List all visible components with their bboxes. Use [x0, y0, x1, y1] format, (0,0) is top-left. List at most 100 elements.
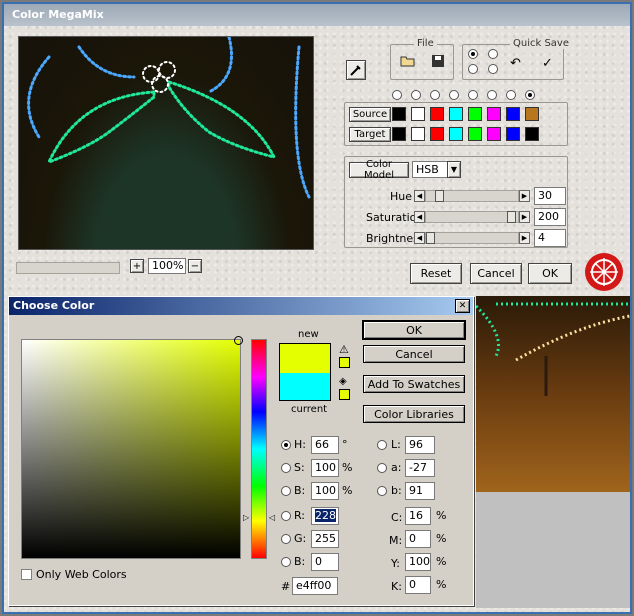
brightness-slider-left-arrow[interactable]: ◀	[414, 232, 425, 244]
a-field[interactable]: -27	[405, 459, 435, 477]
swatch-radio[interactable]	[449, 90, 459, 100]
gamut-swatch[interactable]	[339, 357, 350, 368]
l-radio[interactable]	[377, 440, 387, 450]
ok-button[interactable]: OK	[363, 321, 465, 339]
source-label[interactable]: Source	[349, 107, 391, 122]
s-field[interactable]: 100	[311, 459, 339, 477]
brightness-field[interactable]: 4	[534, 229, 566, 247]
current-color-swatch[interactable]	[279, 373, 331, 401]
k-field[interactable]: 0	[405, 576, 431, 594]
saturation-slider-thumb[interactable]	[507, 211, 517, 223]
target-swatch[interactable]	[449, 127, 463, 141]
source-swatch[interactable]	[430, 107, 444, 121]
brightness-slider-track[interactable]	[425, 232, 519, 244]
target-label[interactable]: Target	[349, 127, 391, 142]
close-icon[interactable]: ✕	[455, 299, 470, 313]
hue-slider-right-arrow[interactable]: ◁	[269, 513, 275, 522]
target-swatch[interactable]	[411, 127, 425, 141]
saturation-slider-track[interactable]	[425, 211, 519, 223]
h-radio[interactable]	[281, 440, 291, 450]
swatch-radio[interactable]	[392, 90, 402, 100]
target-swatch[interactable]	[468, 127, 482, 141]
source-swatch[interactable]	[525, 107, 539, 121]
g-radio[interactable]	[281, 534, 291, 544]
brightness-slider-thumb[interactable]	[425, 232, 435, 244]
swatch-radio[interactable]	[468, 90, 478, 100]
zoom-field[interactable]: 100%	[148, 258, 186, 274]
target-swatch[interactable]	[487, 127, 501, 141]
saturation-field[interactable]: 200	[534, 208, 566, 226]
quick-save-slot-4-radio[interactable]	[488, 64, 498, 74]
r-radio[interactable]	[281, 511, 291, 521]
hue-field[interactable]: 30	[534, 187, 566, 205]
zoom-slider[interactable]	[16, 262, 120, 274]
target-swatch[interactable]	[392, 127, 406, 141]
blue-radio[interactable]	[281, 557, 291, 567]
undo-icon[interactable]: ↶	[510, 56, 521, 71]
saturation-slider[interactable]: ◀ ▶	[414, 211, 530, 223]
color-libraries-button[interactable]: Color Libraries	[363, 405, 465, 423]
color-model-select[interactable]: HSB	[412, 161, 448, 178]
target-swatch[interactable]	[506, 127, 520, 141]
cancel-button[interactable]: Cancel	[363, 345, 465, 363]
color-field-cursor[interactable]	[234, 336, 243, 345]
s-radio[interactable]	[281, 463, 291, 473]
quick-save-slot-1-radio[interactable]	[468, 49, 478, 59]
l-field[interactable]: 96	[405, 436, 435, 454]
cancel-button[interactable]: Cancel	[470, 263, 522, 284]
saturation-slider-left-arrow[interactable]: ◀	[414, 211, 425, 223]
open-folder-icon[interactable]	[398, 54, 418, 72]
source-swatch[interactable]	[506, 107, 520, 121]
blue-field[interactable]: 0	[311, 553, 339, 571]
quick-save-slot-2-radio[interactable]	[488, 49, 498, 59]
hue-spectrum-slider[interactable]	[251, 339, 267, 559]
source-swatch[interactable]	[411, 107, 425, 121]
m-field[interactable]: 0	[405, 530, 431, 548]
lab-b-field[interactable]: 91	[405, 482, 435, 500]
b-field[interactable]: 100	[311, 482, 339, 500]
add-to-swatches-button[interactable]: Add To Swatches	[363, 375, 465, 393]
hue-slider-right-arrow[interactable]: ▶	[519, 190, 530, 202]
ok-button[interactable]: OK	[528, 263, 572, 284]
source-swatch[interactable]	[468, 107, 482, 121]
hue-slider-thumb[interactable]	[435, 190, 445, 202]
gamut-warning-icon[interactable]: ⚠	[339, 343, 349, 356]
swatch-radio[interactable]	[506, 90, 516, 100]
chevron-down-icon[interactable]: ▼	[447, 161, 461, 178]
brightness-slider-right-arrow[interactable]: ▶	[519, 232, 530, 244]
r-field[interactable]: 228	[311, 507, 339, 525]
hue-slider-left-arrow[interactable]: ▷	[243, 513, 249, 522]
target-swatch[interactable]	[430, 127, 444, 141]
zoom-out-button[interactable]: −	[188, 259, 202, 273]
source-swatch[interactable]	[392, 107, 406, 121]
save-disk-icon[interactable]	[428, 54, 448, 72]
c-field[interactable]: 16	[405, 507, 431, 525]
hue-slider[interactable]: ◀ ▶	[414, 190, 530, 202]
source-swatch[interactable]	[487, 107, 501, 121]
source-swatch[interactable]	[449, 107, 463, 121]
hue-slider-left-arrow[interactable]: ◀	[414, 190, 425, 202]
checkmark-icon[interactable]: ✓	[542, 56, 553, 71]
saturation-slider-right-arrow[interactable]: ▶	[519, 211, 530, 223]
reset-button[interactable]: Reset	[410, 263, 462, 284]
web-safe-cube-icon[interactable]: ◈	[339, 376, 347, 387]
zoom-in-button[interactable]: +	[130, 259, 144, 273]
web-safe-swatch[interactable]	[339, 389, 350, 400]
h-field[interactable]: 66	[311, 436, 339, 454]
target-swatch[interactable]	[525, 127, 539, 141]
only-web-colors-checkbox[interactable]	[21, 569, 32, 580]
brightness-slider[interactable]: ◀ ▶	[414, 232, 530, 244]
swatch-radio[interactable]	[487, 90, 497, 100]
swatch-radio[interactable]	[430, 90, 440, 100]
eyedropper-button[interactable]	[346, 60, 366, 80]
swatch-radio[interactable]	[411, 90, 421, 100]
lab-b-radio[interactable]	[377, 486, 387, 496]
y-field[interactable]: 100	[405, 553, 431, 571]
swatch-radio[interactable]	[525, 90, 535, 100]
color-field[interactable]	[21, 336, 243, 559]
quick-save-slot-3-radio[interactable]	[468, 64, 478, 74]
a-radio[interactable]	[377, 463, 387, 473]
g-field[interactable]: 255	[311, 530, 339, 548]
hex-field[interactable]: e4ff00	[292, 577, 338, 595]
b-radio[interactable]	[281, 486, 291, 496]
